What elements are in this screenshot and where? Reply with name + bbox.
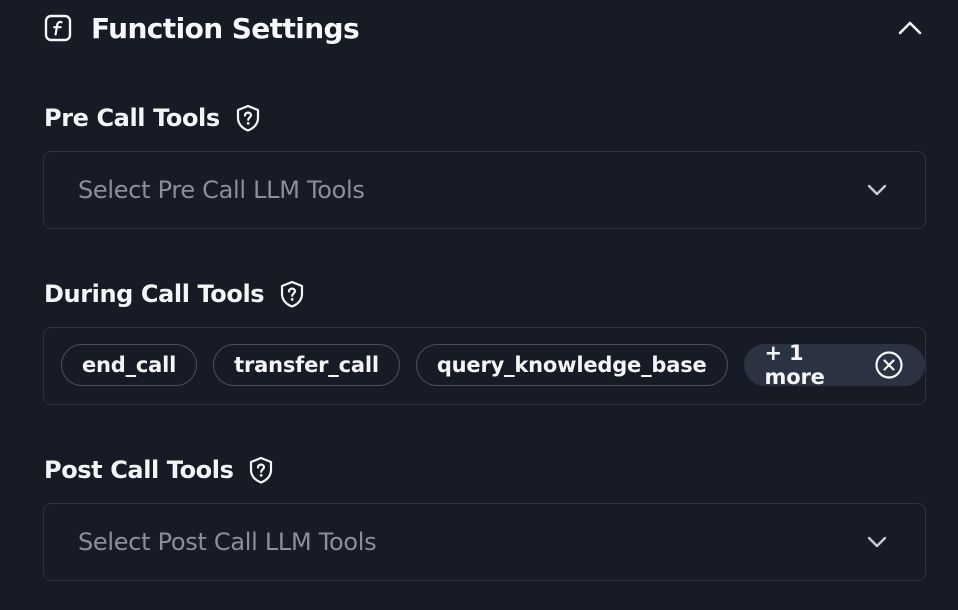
page-title: Function Settings [91, 11, 360, 45]
chevron-down-icon [867, 536, 887, 548]
more-tools-label: + 1 more [764, 341, 825, 389]
post-call-tools-placeholder: Select Post Call LLM Tools [78, 527, 377, 556]
pre-call-tools-placeholder: Select Pre Call LLM Tools [78, 175, 365, 204]
post-call-tools-label-row: Post Call Tools [44, 453, 275, 487]
selected-tools-list: end_call transfer_call query_knowledge_b… [61, 341, 925, 389]
tool-chip-query-knowledge-base[interactable]: query_knowledge_base [415, 344, 728, 386]
shield-question-icon[interactable] [234, 103, 262, 133]
function-icon [44, 14, 72, 42]
tool-chip-transfer-call[interactable]: transfer_call [213, 344, 400, 386]
pre-call-tools-label-row: Pre Call Tools [44, 101, 262, 135]
during-call-tools-select[interactable]: end_call transfer_call query_knowledge_b… [43, 327, 926, 405]
shield-question-icon[interactable] [278, 279, 306, 309]
function-settings-header: Function Settings [44, 8, 924, 48]
shield-question-icon[interactable] [247, 455, 275, 485]
chevron-up-icon[interactable] [896, 14, 924, 42]
post-call-tools-select[interactable]: Select Post Call LLM Tools [43, 503, 926, 581]
during-call-tools-label-row: During Call Tools [44, 277, 306, 311]
pre-call-tools-select[interactable]: Select Pre Call LLM Tools [43, 151, 926, 229]
post-call-tools-label: Post Call Tools [44, 456, 234, 484]
circle-x-icon[interactable] [874, 350, 904, 380]
more-tools-chip[interactable]: + 1 more [743, 341, 925, 389]
during-call-tools-label: During Call Tools [44, 280, 265, 308]
chevron-down-icon [867, 184, 887, 196]
tool-chip-end-call[interactable]: end_call [61, 344, 198, 386]
pre-call-tools-label: Pre Call Tools [44, 104, 220, 132]
